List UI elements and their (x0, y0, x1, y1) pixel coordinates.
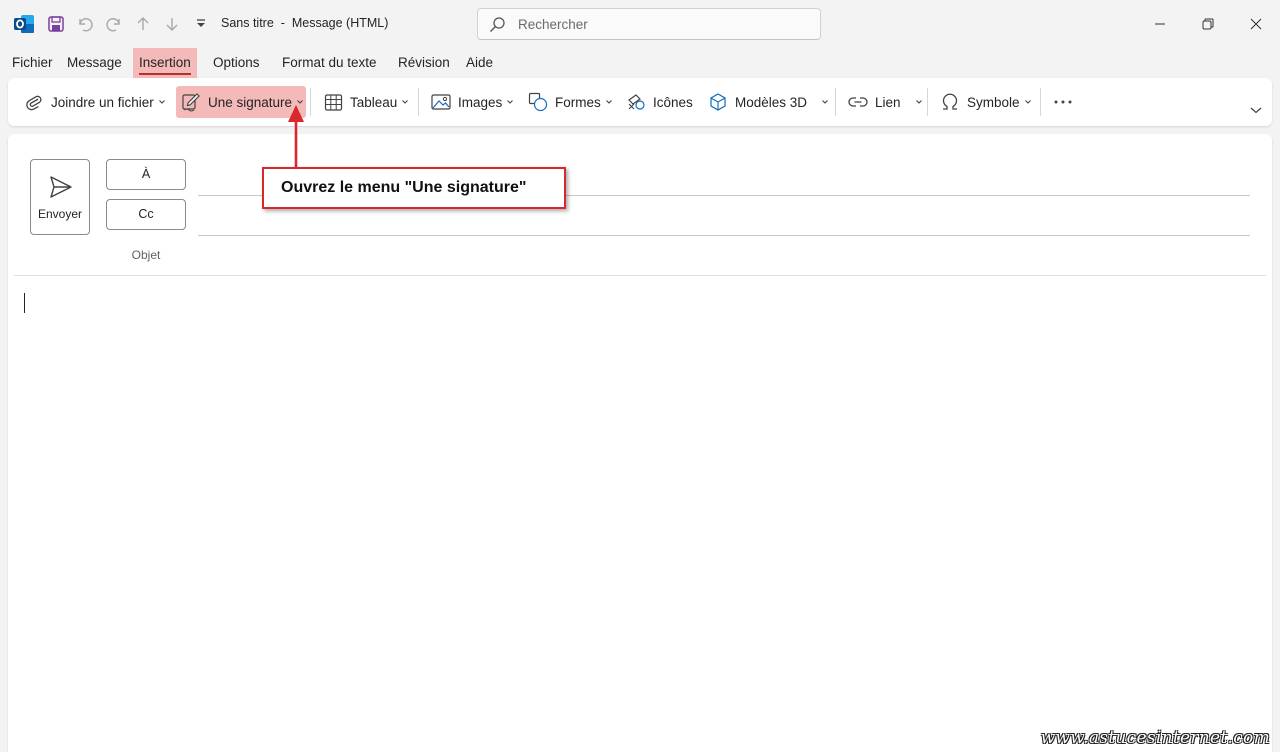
more-icon (1054, 100, 1072, 104)
image-icon (431, 92, 451, 112)
title-bar: Sans titre - Message (HTML) Rechercher (0, 0, 1280, 48)
ribbon: Joindre un fichier Une signature Tableau (8, 78, 1272, 126)
icons-icon (626, 92, 646, 112)
tab-label: Message (67, 55, 122, 70)
header-divider (14, 275, 1266, 276)
save-icon[interactable] (44, 12, 68, 36)
tab-message[interactable]: Message (61, 48, 128, 78)
send-button[interactable]: Envoyer (30, 159, 90, 235)
tab-aide[interactable]: Aide (460, 48, 499, 78)
chevron-down-icon (401, 98, 409, 106)
more-options-button[interactable] (1052, 86, 1074, 118)
compose-pane: Envoyer À Cc Objet (8, 134, 1272, 752)
paperclip-icon (24, 92, 44, 112)
customize-qat-icon[interactable] (189, 12, 213, 36)
ribbon-separator (418, 88, 419, 116)
cc-button[interactable]: Cc (106, 199, 186, 230)
restore-icon (1202, 18, 1214, 30)
images-button[interactable]: Images (431, 86, 514, 118)
ribbon-expand-button[interactable] (1248, 100, 1264, 120)
chevron-down-icon (1250, 107, 1262, 114)
shapes-icon (528, 92, 548, 112)
tab-fichier[interactable]: Fichier (6, 48, 59, 78)
close-icon (1250, 18, 1262, 30)
ribbon-separator (927, 88, 928, 116)
attach-file-button[interactable]: Joindre un fichier (24, 86, 166, 118)
to-button[interactable]: À (106, 159, 186, 190)
tab-label: Options (213, 55, 260, 70)
shapes-button[interactable]: Formes (528, 86, 613, 118)
tab-label: Fichier (12, 55, 53, 70)
attach-file-label: Joindre un fichier (51, 94, 154, 110)
search-box[interactable]: Rechercher (477, 8, 821, 40)
chevron-down-icon (158, 98, 166, 106)
link-label: Lien (875, 94, 901, 110)
ribbon-separator (310, 88, 311, 116)
cc-field[interactable] (198, 235, 1250, 236)
tab-format-du-texte[interactable]: Format du texte (276, 48, 383, 78)
down-arrow-icon[interactable] (160, 12, 184, 36)
search-icon (490, 17, 505, 32)
link-icon (848, 92, 868, 112)
signature-icon (181, 92, 201, 112)
minimize-icon (1155, 23, 1165, 25)
icons-label: Icônes (653, 94, 693, 110)
signature-label: Une signature (208, 94, 293, 110)
chevron-down-icon (821, 98, 829, 106)
table-label: Tableau (350, 94, 398, 110)
menu-bar: Fichier Message Insertion Options Format… (0, 48, 1280, 78)
tab-label: Insertion (139, 55, 191, 75)
link-button[interactable]: Lien (848, 86, 923, 118)
watermark: www.astucesinternet.com (1040, 728, 1270, 748)
tab-label: Aide (466, 55, 494, 70)
tab-insertion[interactable]: Insertion (133, 48, 197, 78)
annotation-callout: Ouvrez le menu "Une signature" (262, 167, 566, 209)
icons-button[interactable]: Icônes (626, 86, 693, 118)
subject-label: Objet (131, 248, 161, 262)
outlook-logo-icon (12, 12, 36, 36)
redo-icon[interactable] (102, 12, 126, 36)
table-icon (323, 92, 343, 112)
ribbon-separator (835, 88, 836, 116)
undo-icon[interactable] (73, 12, 97, 36)
symbol-label: Symbole (967, 94, 1020, 110)
send-label: Envoyer (37, 207, 83, 221)
omega-icon (940, 92, 960, 112)
send-icon (50, 176, 72, 198)
minimize-button[interactable] (1148, 12, 1172, 36)
window-title: Sans titre - Message (HTML) (221, 16, 389, 30)
annotation-arrow (288, 105, 304, 168)
up-arrow-icon[interactable] (131, 12, 155, 36)
symbol-button[interactable]: Symbole (940, 86, 1032, 118)
table-button[interactable]: Tableau (323, 86, 409, 118)
chevron-down-icon (605, 98, 613, 106)
cube-icon (708, 92, 728, 112)
body-editor-caret[interactable] (24, 293, 25, 313)
shapes-label: Formes (555, 94, 601, 110)
3d-models-label: Modèles 3D (735, 94, 808, 110)
restore-button[interactable] (1196, 12, 1220, 36)
tab-label: Révision (398, 55, 450, 70)
chevron-down-icon (506, 98, 514, 106)
ribbon-separator (1040, 88, 1041, 116)
tab-options[interactable]: Options (207, 48, 266, 78)
search-placeholder: Rechercher (518, 17, 588, 32)
chevron-down-icon (1024, 98, 1032, 106)
tab-label: Format du texte (282, 55, 377, 70)
3d-models-button[interactable]: Modèles 3D (708, 86, 829, 118)
tab-revision[interactable]: Révision (392, 48, 456, 78)
chevron-down-icon (915, 98, 923, 106)
close-button[interactable] (1244, 12, 1268, 36)
images-label: Images (458, 94, 503, 110)
